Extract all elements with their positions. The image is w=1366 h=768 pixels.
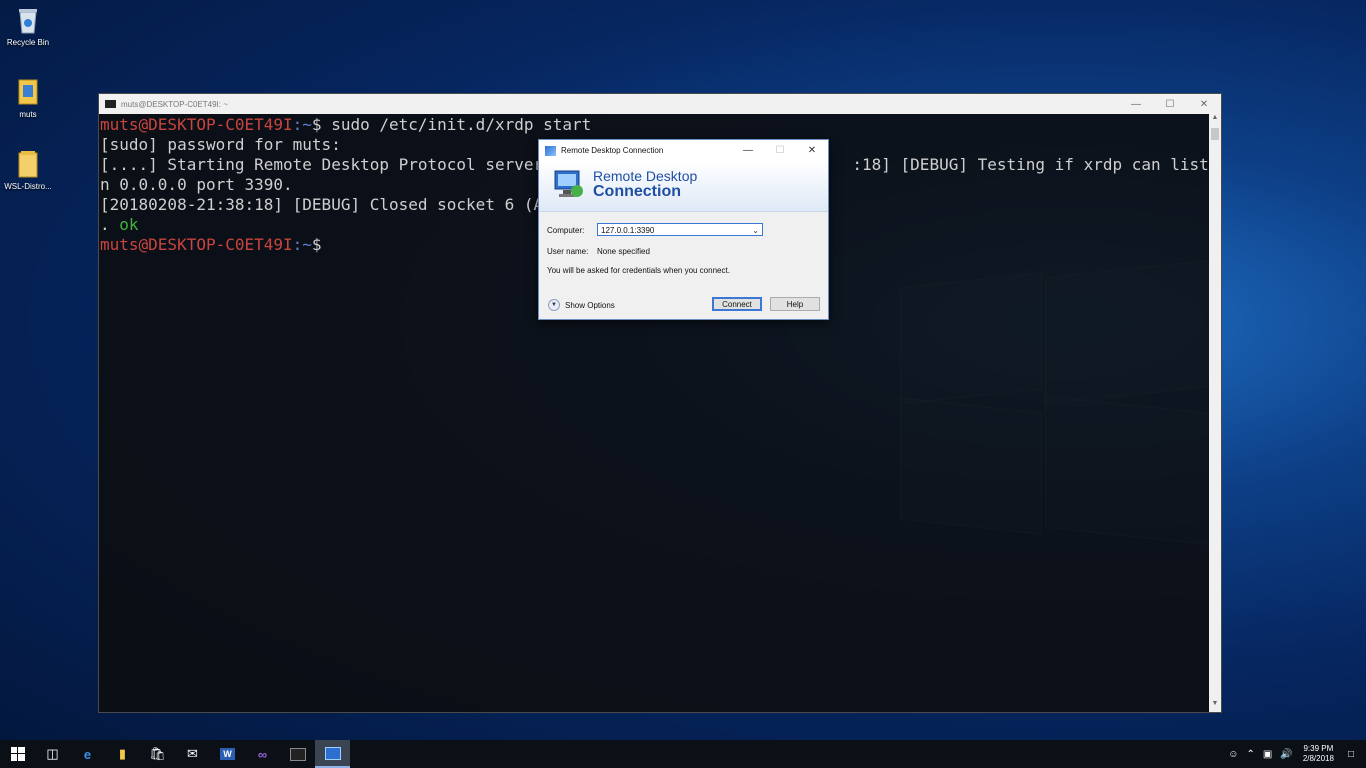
rdp-banner: Remote Desktop Connection	[539, 161, 828, 212]
people-icon[interactable]: ☺	[1228, 749, 1238, 760]
taskbar-edge[interactable]: e	[70, 740, 105, 768]
taskbar-terminal[interactable]	[280, 740, 315, 768]
terminal-title-bar[interactable]: muts@DESKTOP-C0ET49I: ~ — ☐ ✕	[99, 94, 1221, 114]
scroll-thumb[interactable]	[1211, 128, 1219, 140]
system-tray: ☺ ⌃ ▣ 🔊 9:39 PM 2/8/2018 □	[1224, 744, 1366, 764]
visual-studio-icon: ∞	[257, 746, 268, 762]
chevron-up-icon[interactable]: ⌃	[1247, 749, 1255, 760]
network-icon[interactable]: ▣	[1263, 749, 1272, 760]
edge-icon: e	[83, 746, 92, 762]
taskbar-store[interactable]: 🛍	[140, 740, 175, 768]
rdp-maximize-button: ☐	[775, 145, 785, 156]
desktop-icon-wsl-distro[interactable]: WSL-Distro...	[0, 150, 63, 191]
computer-label: Computer:	[547, 226, 585, 235]
clock[interactable]: 9:39 PM 2/8/2018	[1303, 744, 1334, 764]
username-value: None specified	[597, 247, 650, 256]
taskbar-mail[interactable]: ✉	[175, 740, 210, 768]
taskbar-word[interactable]: W	[210, 740, 245, 768]
close-button[interactable]: ✕	[1187, 99, 1221, 110]
rdp-minimize-button[interactable]: —	[732, 145, 764, 156]
windows-start-icon	[10, 747, 25, 761]
help-button[interactable]: Help	[770, 297, 820, 311]
terminal-scrollbar[interactable]: ▲ ▼	[1209, 114, 1221, 712]
computer-input[interactable]: 127.0.0.1:3390 ⌄	[597, 223, 763, 236]
store-icon: 🛍	[149, 746, 166, 761]
remote-desktop-icon	[551, 167, 585, 201]
scroll-up-icon[interactable]: ▲	[1209, 114, 1221, 126]
volume-icon[interactable]: 🔊	[1280, 749, 1292, 760]
show-options-toggle[interactable]: ▼ Show Options	[548, 299, 615, 311]
username-label: User name:	[547, 247, 589, 256]
start-button[interactable]	[0, 740, 35, 768]
desktop-icon-label: Recycle Bin	[6, 38, 50, 47]
desktop-icon-label: muts	[19, 110, 37, 119]
maximize-button[interactable]: ☐	[1153, 99, 1187, 110]
terminal-icon	[105, 100, 116, 108]
word-icon: W	[220, 748, 235, 760]
rdp-title: Remote Desktop Connection	[561, 146, 664, 155]
scroll-down-icon[interactable]: ▼	[1209, 700, 1221, 712]
expand-chevron-icon: ▼	[548, 299, 560, 311]
banner-title-line1: Remote Desktop	[593, 168, 698, 184]
terminal-title: muts@DESKTOP-C0ET49I: ~	[121, 99, 228, 109]
rdp-dialog[interactable]: Remote Desktop Connection — ☐ ✕ Remote D…	[538, 139, 829, 320]
chevron-down-icon[interactable]: ⌄	[752, 224, 759, 237]
desktop-icon-recycle-bin[interactable]: Recycle Bin	[0, 6, 63, 47]
folder-icon: ▮	[118, 746, 127, 761]
task-view-button[interactable]: ◫	[35, 740, 70, 768]
recycle-bin-icon	[16, 6, 40, 34]
rdp-close-button[interactable]: ✕	[796, 145, 828, 156]
rdp-title-bar[interactable]: Remote Desktop Connection — ☐ ✕	[539, 140, 828, 161]
computer-input-value: 127.0.0.1:3390	[601, 226, 655, 235]
taskbar-visual-studio[interactable]: ∞	[245, 740, 280, 768]
rdp-small-icon	[545, 145, 556, 156]
clock-date: 2/8/2018	[1302, 754, 1334, 763]
minimize-button[interactable]: —	[1119, 99, 1153, 110]
terminal-icon	[289, 747, 306, 761]
connect-button[interactable]: Connect	[712, 297, 762, 311]
task-view-icon: ◫	[46, 746, 59, 761]
credentials-note: You will be asked for credentials when y…	[547, 266, 730, 275]
show-options-label: Show Options	[565, 300, 615, 310]
banner-title-line2: Connection	[593, 183, 681, 200]
action-center-icon[interactable]: □	[1348, 749, 1354, 760]
taskbar-remote-desktop[interactable]	[315, 740, 350, 768]
mail-icon: ✉	[187, 746, 198, 761]
desktop-icon-muts[interactable]: muts	[0, 78, 63, 119]
desktop-icon-label: WSL-Distro...	[4, 182, 52, 191]
user-folder-icon	[16, 78, 40, 106]
username-row: User name: None specified	[547, 247, 650, 256]
clock-time: 9:39 PM	[1303, 744, 1334, 753]
taskbar-file-explorer[interactable]: ▮	[105, 740, 140, 768]
taskbar: ◫ e ▮ 🛍 ✉ W ∞ ☺ ⌃ ▣ 🔊 9:39 PM 2/8/2018 □	[0, 740, 1366, 768]
folder-icon	[16, 150, 40, 178]
terminal-line: muts@DESKTOP-C0ET49I:~$ sudo /etc/init.d…	[100, 115, 592, 134]
remote-desktop-icon	[324, 746, 341, 760]
